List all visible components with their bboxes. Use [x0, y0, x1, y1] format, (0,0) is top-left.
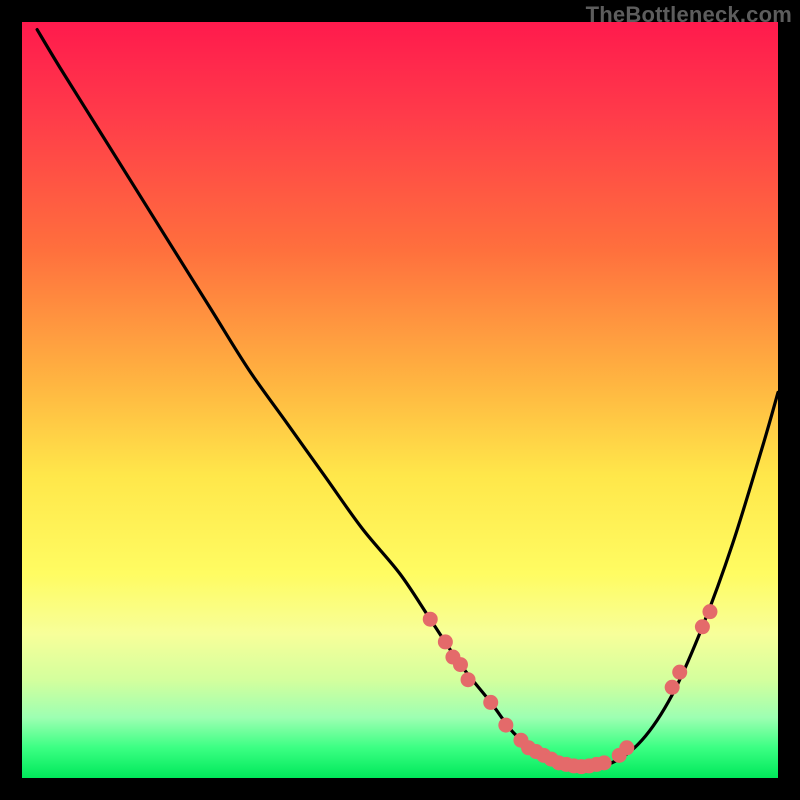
curve-marker	[453, 657, 468, 672]
curve-marker	[438, 634, 453, 649]
curve-marker	[423, 612, 438, 627]
curve-marker	[619, 740, 634, 755]
curve-marker	[672, 665, 687, 680]
bottleneck-chart	[22, 22, 778, 778]
marker-layer	[423, 604, 718, 774]
curve-marker	[695, 619, 710, 634]
curve-marker	[702, 604, 717, 619]
curve-marker	[665, 680, 680, 695]
curve-marker	[498, 718, 513, 733]
curve-marker	[461, 672, 476, 687]
watermark-text: TheBottleneck.com	[586, 2, 792, 28]
curve-marker	[597, 755, 612, 770]
curve-marker	[483, 695, 498, 710]
bottleneck-curve	[37, 30, 778, 767]
